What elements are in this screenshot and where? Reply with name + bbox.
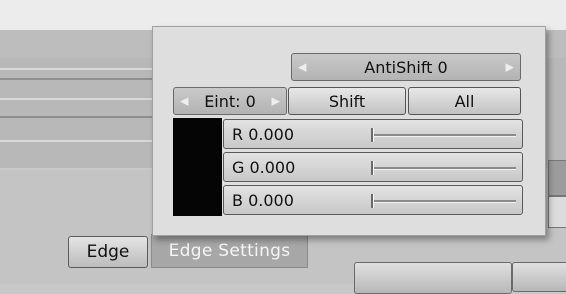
slider-knob[interactable]: [371, 194, 374, 208]
bottom-button-close[interactable]: [512, 262, 566, 292]
divider-line: [0, 98, 160, 100]
red-slider[interactable]: R 0.000: [223, 119, 523, 149]
edge-settings-popup: ◀ AntiShift 0 ▶ ◀ Eint: 0 ▶ Shift All R …: [152, 26, 546, 236]
slider-knob[interactable]: [371, 128, 374, 142]
side-control[interactable]: [548, 196, 566, 228]
slider-track: [374, 134, 516, 137]
slider-track: [374, 167, 516, 170]
green-slider-label: G 0.000: [232, 158, 296, 177]
edge-settings-button[interactable]: Edge Settings: [151, 234, 308, 268]
side-control[interactable]: [548, 160, 566, 196]
red-slider-label: R 0.000: [232, 125, 295, 144]
shift-button[interactable]: Shift: [288, 87, 406, 115]
blue-slider[interactable]: B 0.000: [223, 185, 523, 215]
slider-track: [374, 200, 516, 203]
eint-label: Eint: 0: [204, 91, 256, 111]
antishift-label: AntiShift 0: [364, 57, 448, 77]
slider-knob[interactable]: [371, 161, 374, 175]
divider-line: [0, 140, 160, 142]
bottom-button[interactable]: [354, 262, 512, 294]
edge-button[interactable]: Edge: [68, 236, 148, 268]
color-swatch[interactable]: [173, 118, 222, 216]
increment-arrow-icon[interactable]: ▶: [272, 95, 280, 108]
divider-line: [0, 116, 160, 118]
blue-slider-label: B 0.000: [232, 191, 294, 210]
increment-arrow-icon[interactable]: ▶: [506, 61, 514, 74]
decrement-arrow-icon[interactable]: ◀: [298, 61, 306, 74]
all-button[interactable]: All: [408, 87, 521, 115]
antishift-field[interactable]: ◀ AntiShift 0 ▶: [291, 53, 521, 81]
green-slider[interactable]: G 0.000: [223, 152, 523, 182]
divider-line: [0, 68, 160, 70]
divider-line: [0, 78, 160, 80]
eint-field[interactable]: ◀ Eint: 0 ▶: [173, 87, 287, 115]
decrement-arrow-icon[interactable]: ◀: [180, 95, 188, 108]
